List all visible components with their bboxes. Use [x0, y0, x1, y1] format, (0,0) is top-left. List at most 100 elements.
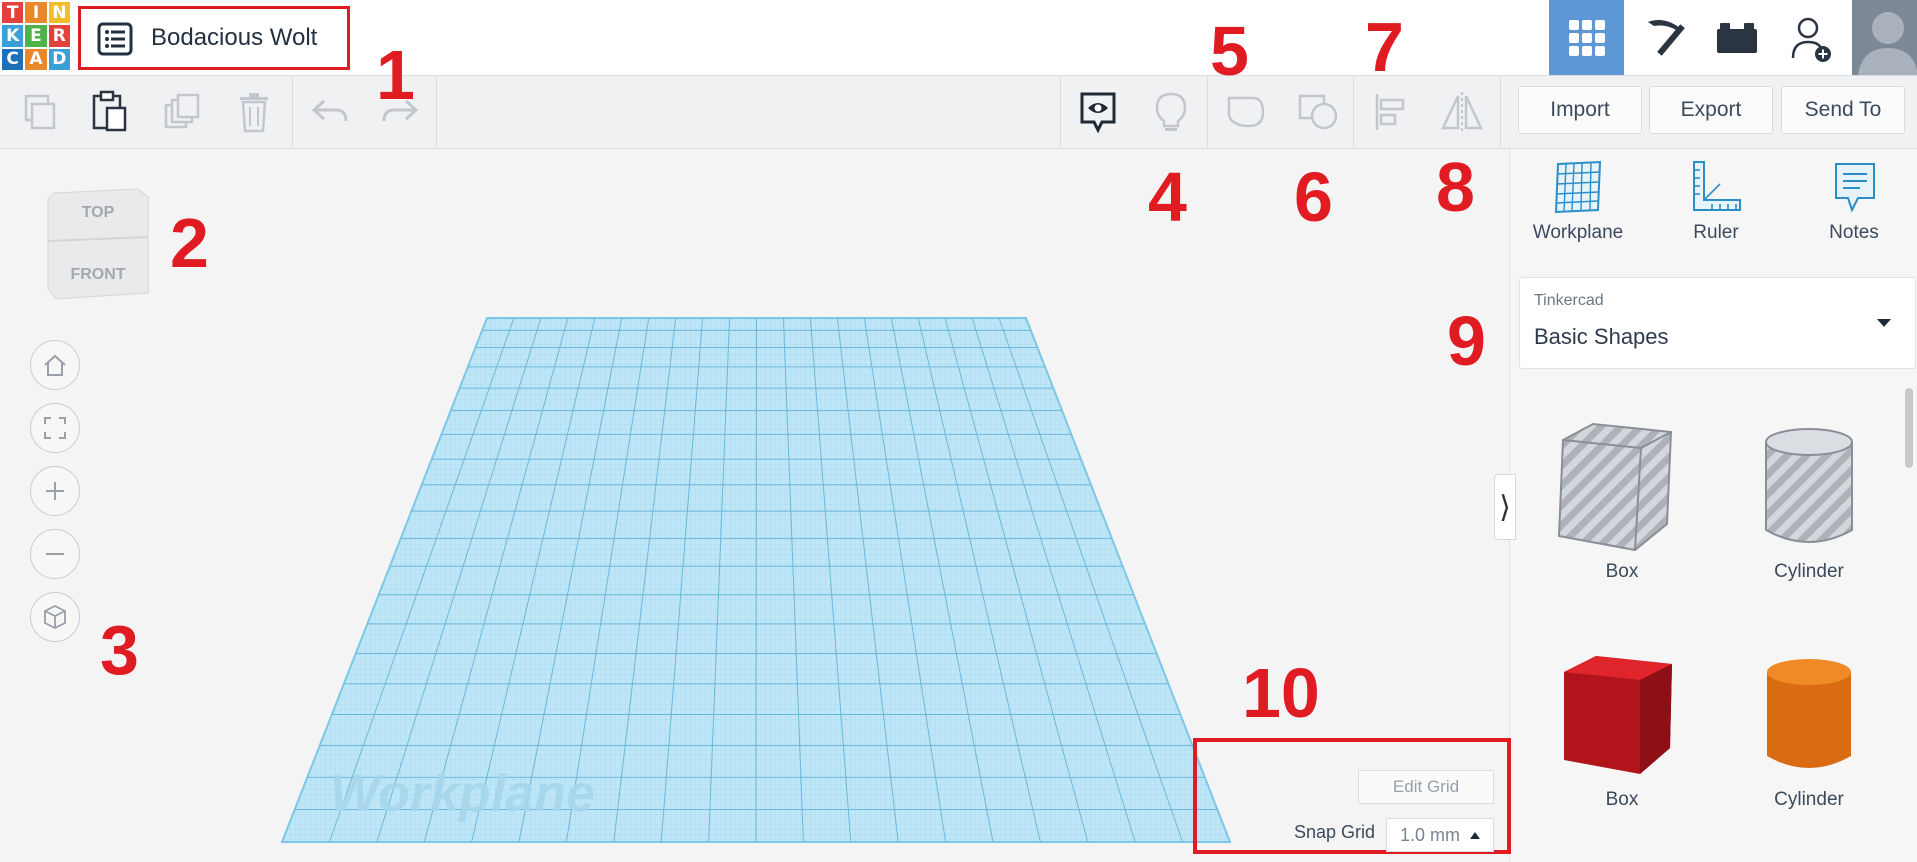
shape-label: Cylinder	[1774, 561, 1844, 582]
annotation-number: 6	[1294, 158, 1333, 236]
copy-icon	[24, 94, 56, 130]
minecraft-view-button[interactable]	[1624, 0, 1699, 75]
library-name: Basic Shapes	[1534, 324, 1669, 349]
export-button[interactable]: Export	[1649, 86, 1773, 134]
add-user-icon	[1791, 17, 1831, 62]
fit-view-button[interactable]	[30, 403, 80, 453]
annotation-number: 10	[1242, 654, 1320, 732]
view-cube-front-label: FRONT	[70, 266, 125, 283]
snap-grid-value: 1.0 mm	[1399, 824, 1460, 845]
perspective-toggle-button[interactable]	[30, 592, 80, 642]
logo-letter: A	[25, 48, 47, 70]
undo-button[interactable]	[302, 84, 358, 140]
ungroup-button[interactable]	[1290, 84, 1346, 140]
pickaxe-icon	[1647, 19, 1685, 56]
light-bulb-button[interactable]	[1143, 84, 1199, 140]
trash-icon	[240, 93, 268, 133]
box-shape[interactable]	[1560, 652, 1676, 776]
cylinder-shape[interactable]	[1764, 656, 1854, 774]
fit-view-icon	[44, 417, 66, 439]
view-cube-top-label: TOP	[82, 204, 115, 221]
edit-grid-button[interactable]: Edit Grid	[1358, 770, 1494, 804]
send-to-button[interactable]: Send To	[1781, 86, 1905, 134]
snap-grid-label: Snap Grid	[1294, 822, 1376, 842]
home-view-button[interactable]	[30, 340, 80, 390]
logo-letter: C	[2, 48, 24, 70]
annotation-number: 9	[1447, 302, 1486, 380]
notes-visibility-button[interactable]	[1070, 84, 1126, 140]
logo-letter: R	[48, 25, 70, 47]
avatar[interactable]	[1852, 0, 1917, 75]
logo-letter: I	[25, 2, 47, 24]
shape-label: Box	[1605, 561, 1639, 582]
shape-library-dropdown[interactable]: Tinkercad Basic Shapes	[1519, 277, 1916, 369]
annotation-number: 7	[1365, 8, 1404, 86]
annotation-number: 8	[1436, 148, 1475, 226]
cylinder-shape[interactable]	[1762, 426, 1856, 548]
annotation-number: 5	[1210, 12, 1249, 90]
delete-button[interactable]	[226, 84, 282, 140]
align-icon	[1375, 94, 1405, 130]
toolbar-divider	[292, 76, 293, 148]
import-button[interactable]: Import	[1518, 86, 1642, 134]
annotation-number: 3	[100, 611, 139, 689]
mirror-button[interactable]	[1434, 84, 1490, 140]
minus-icon	[46, 553, 64, 555]
ruler-icon	[1693, 161, 1741, 211]
notes-tool[interactable]: Notes	[1794, 160, 1914, 260]
group-button[interactable]	[1217, 84, 1273, 140]
collapse-panel-button[interactable]: ⟩	[1494, 474, 1516, 540]
tinkercad-logo[interactable]: T I N K E R C A D	[0, 0, 72, 72]
box-shape[interactable]	[1555, 418, 1675, 556]
grid-icon	[1568, 19, 1605, 56]
shapes-scrollbar[interactable]	[1905, 388, 1913, 468]
copy-button[interactable]	[12, 84, 68, 140]
annotation-number: 1	[376, 36, 415, 114]
duplicate-icon	[164, 93, 200, 129]
logo-letter: N	[48, 2, 70, 24]
duplicate-button[interactable]	[155, 84, 211, 140]
toolbar-divider	[436, 76, 437, 148]
home-icon	[44, 354, 66, 376]
align-button[interactable]	[1363, 84, 1419, 140]
caret-up-icon	[1470, 831, 1480, 839]
ruler-tool[interactable]: Ruler	[1656, 160, 1776, 260]
paste-icon	[92, 90, 127, 132]
lego-bricks-view-button[interactable]	[1699, 0, 1774, 75]
toolbar-divider	[1060, 76, 1061, 148]
invite-user-button[interactable]	[1774, 0, 1849, 75]
logo-letter: D	[48, 48, 70, 70]
mirror-icon	[1441, 92, 1483, 132]
workplane-watermark: Workplane	[330, 765, 595, 823]
chevron-right-icon: ⟩	[1499, 490, 1511, 524]
3d-design-view-button[interactable]	[1549, 0, 1624, 75]
library-provider: Tinkercad	[1534, 292, 1604, 309]
ungroup-icon	[1298, 94, 1338, 130]
shape-label: Cylinder	[1774, 789, 1844, 810]
toolbar-divider	[1500, 76, 1501, 148]
avatar-icon	[1852, 0, 1917, 75]
chevron-down-icon	[1877, 319, 1891, 327]
grid-line	[755, 317, 757, 843]
logo-letter: T	[2, 2, 24, 24]
logo-letter: E	[25, 25, 47, 47]
snap-grid-select[interactable]: 1.0 mm	[1386, 818, 1494, 852]
zoom-out-button[interactable]	[30, 529, 80, 579]
notes-tool-label: Notes	[1829, 222, 1879, 243]
plus-icon	[46, 482, 64, 500]
workplane-tool-label: Workplane	[1532, 222, 1624, 243]
toolbar-divider	[1207, 76, 1208, 148]
annotation-number: 4	[1148, 158, 1187, 236]
workplane-tool[interactable]: Workplane	[1518, 160, 1638, 260]
eye-bubble-icon	[1080, 92, 1116, 134]
paste-button[interactable]	[81, 84, 137, 140]
group-icon	[1227, 96, 1265, 128]
design-list-icon[interactable]	[97, 22, 133, 56]
cube-icon	[44, 604, 66, 630]
logo-letter: K	[2, 25, 24, 47]
zoom-in-button[interactable]	[30, 466, 80, 516]
view-cube[interactable]: TOP FRONT	[44, 183, 154, 303]
toolbar-divider	[1353, 76, 1354, 148]
design-title-box[interactable]: Bodacious Wolt	[78, 6, 350, 70]
design-title[interactable]: Bodacious Wolt	[151, 24, 317, 52]
